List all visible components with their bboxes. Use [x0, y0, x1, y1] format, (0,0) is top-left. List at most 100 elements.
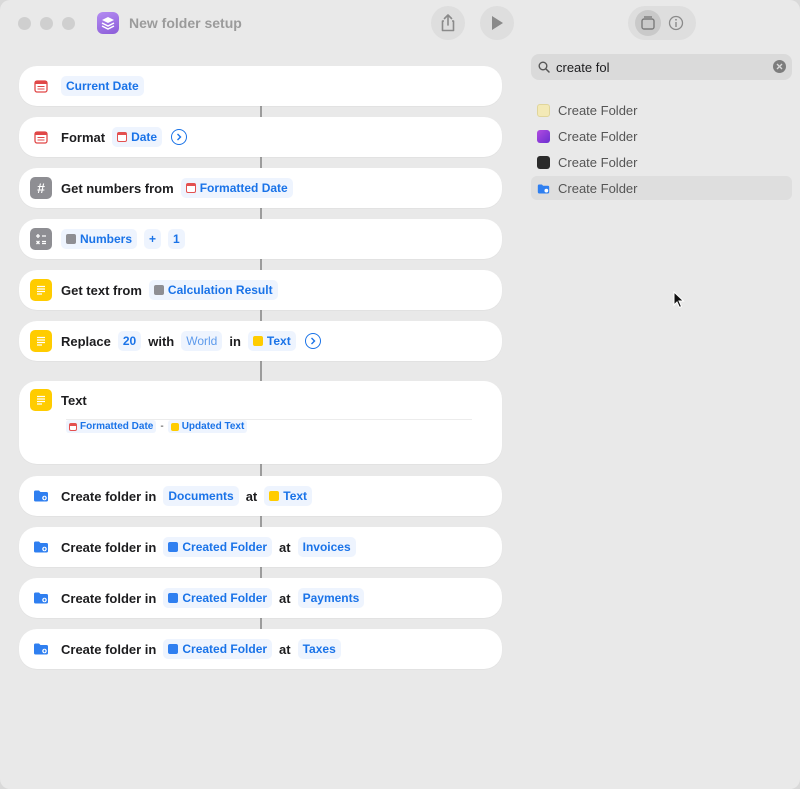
calendar-icon: [185, 183, 196, 193]
close-window-button[interactable]: [18, 16, 31, 30]
connector: [260, 618, 262, 629]
library-icon: [641, 16, 655, 30]
calendar-icon: [117, 132, 128, 142]
text-token[interactable]: Text: [264, 486, 313, 506]
token-text: Created Folder: [182, 591, 268, 605]
created-folder-token[interactable]: Created Folder: [163, 588, 273, 608]
action-get-numbers[interactable]: # Get numbers from Formatted Date: [19, 168, 502, 208]
window-controls: [18, 16, 75, 30]
search-field[interactable]: [531, 54, 792, 80]
text-icon: [170, 422, 179, 431]
folder-icon: [30, 638, 52, 660]
notes-icon: [537, 103, 550, 117]
current-date-token[interactable]: Current Date: [61, 76, 144, 96]
at-label: at: [245, 488, 258, 504]
folder-name-token[interactable]: Payments: [297, 588, 365, 608]
connector: [260, 106, 262, 117]
updated-text-token[interactable]: Updated Text: [167, 420, 248, 433]
action-label: Create folder in: [61, 590, 157, 606]
connector: [260, 464, 262, 476]
token-text: Calculation Result: [167, 283, 273, 297]
connector: [260, 567, 262, 578]
shortcut-editor-window: New folder setup Current Date Format Dat…: [0, 0, 800, 789]
action-replace-text[interactable]: Replace 20 with World in Text: [19, 321, 502, 361]
result-create-folder-app[interactable]: Create Folder: [531, 124, 792, 148]
hash-icon: [66, 234, 76, 244]
numbers-token[interactable]: Numbers: [61, 229, 138, 249]
token-text: Date: [131, 130, 158, 144]
formatted-date-token[interactable]: Formatted Date: [180, 178, 293, 198]
operand-token[interactable]: 1: [168, 229, 185, 249]
connector: [260, 208, 262, 219]
operator-token[interactable]: +: [144, 229, 162, 249]
folder-icon: [30, 587, 52, 609]
folder-icon: [30, 485, 52, 507]
info-icon: [668, 15, 684, 31]
date-token[interactable]: Date: [112, 127, 163, 147]
action-calculate[interactable]: Numbers + 1: [19, 219, 502, 259]
at-label: at: [279, 590, 291, 606]
result-create-folder-app[interactable]: Create Folder: [531, 150, 792, 174]
action-create-folder[interactable]: Create folder in Created Folder at Payme…: [19, 578, 502, 618]
connector: [260, 157, 262, 168]
calculation-result-token[interactable]: Calculation Result: [148, 280, 278, 300]
calendar-icon: [30, 126, 52, 148]
text-field[interactable]: Formatted Date - Updated Text: [66, 419, 472, 433]
formatted-date-token[interactable]: Formatted Date: [66, 420, 157, 433]
share-button[interactable]: [431, 6, 465, 40]
token-text: Updated Text: [181, 421, 245, 432]
folder-name-token[interactable]: Invoices: [297, 537, 356, 557]
calculator-icon: [30, 228, 52, 250]
expand-chevron-icon[interactable]: [171, 129, 188, 145]
text-icon: [269, 491, 280, 501]
created-folder-token[interactable]: Created Folder: [163, 537, 273, 557]
find-token[interactable]: 20: [117, 331, 142, 351]
result-create-folder-notes[interactable]: Create Folder: [531, 98, 792, 122]
window-title: New folder setup: [129, 15, 242, 31]
folder-name-token[interactable]: Taxes: [297, 639, 341, 659]
search-icon: [538, 61, 550, 73]
at-label: at: [279, 539, 291, 555]
search-input[interactable]: [556, 59, 756, 75]
result-create-folder-files[interactable]: Create Folder: [531, 176, 792, 200]
connector: [260, 310, 262, 321]
clear-search-icon[interactable]: [773, 60, 786, 73]
play-icon: [492, 16, 503, 30]
info-button[interactable]: [663, 10, 689, 36]
connector: [260, 259, 262, 270]
documents-token[interactable]: Documents: [163, 486, 239, 506]
connector: [260, 361, 262, 381]
hash-icon: #: [30, 177, 52, 199]
titlebar: New folder setup: [0, 0, 800, 46]
library-button[interactable]: [635, 10, 661, 36]
folder-icon: [168, 644, 179, 654]
replace-with-token[interactable]: World: [181, 331, 223, 351]
action-get-text[interactable]: Get text from Calculation Result: [19, 270, 502, 310]
text-icon: [30, 330, 52, 352]
expand-chevron-icon[interactable]: [304, 333, 321, 349]
action-text[interactable]: Text Formatted Date - Updated Text: [19, 381, 502, 464]
calendar-icon: [30, 75, 52, 97]
at-label: at: [279, 641, 291, 657]
action-format-date[interactable]: Format Date: [19, 117, 502, 157]
zoom-window-button[interactable]: [62, 16, 75, 30]
share-icon: [441, 14, 455, 32]
separator-text: -: [160, 421, 164, 432]
text-token[interactable]: Text: [247, 331, 296, 351]
folder-icon: [168, 542, 179, 552]
inspector-toggle: [628, 6, 696, 40]
action-create-folder[interactable]: Create folder in Created Folder at Invoi…: [19, 527, 502, 567]
created-folder-token[interactable]: Created Folder: [163, 639, 273, 659]
action-label: Text: [61, 392, 87, 408]
token-text: Formatted Date: [80, 421, 154, 432]
token-text: Numbers: [80, 232, 133, 246]
run-button[interactable]: [480, 6, 514, 40]
result-label: Create Folder: [558, 154, 638, 170]
action-current-date[interactable]: Current Date: [19, 66, 502, 106]
action-create-folder[interactable]: Create folder in Created Folder at Taxes: [19, 629, 502, 669]
result-label: Create Folder: [558, 128, 638, 144]
action-create-folder[interactable]: Create folder in Documents at Text: [19, 476, 502, 516]
token-text: Text: [283, 489, 308, 503]
mouse-cursor-icon: [673, 291, 685, 309]
minimize-window-button[interactable]: [40, 16, 53, 30]
